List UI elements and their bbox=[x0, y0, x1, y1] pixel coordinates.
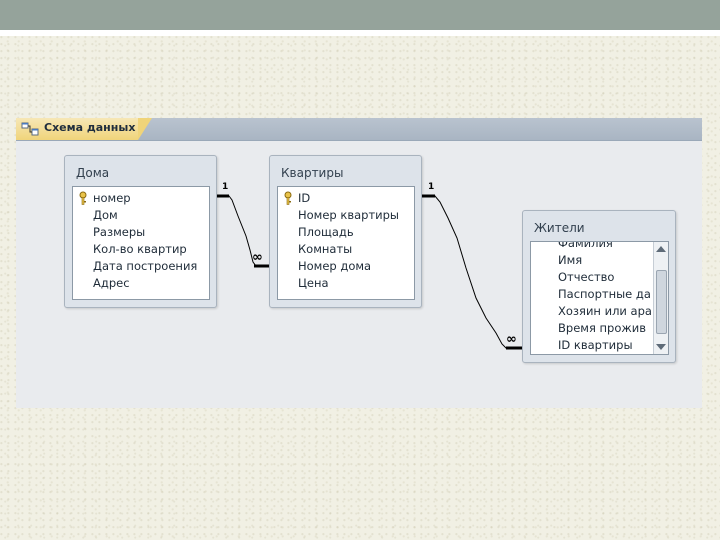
field-item[interactable]: Дом bbox=[73, 207, 209, 224]
field-item[interactable]: Комнаты bbox=[278, 241, 414, 258]
field-item[interactable]: Отчество bbox=[531, 269, 653, 286]
field-item[interactable]: Размеры bbox=[73, 224, 209, 241]
field-item[interactable]: Хозяин или ара bbox=[531, 303, 653, 320]
field-item[interactable]: Кол-во квартир bbox=[73, 241, 209, 258]
table-title: Дома bbox=[76, 166, 110, 180]
relationship-many-label: ∞ bbox=[252, 250, 263, 265]
scroll-down-arrow-icon[interactable] bbox=[656, 344, 666, 350]
field-item[interactable]: Цена bbox=[278, 275, 414, 292]
table-title: Жители bbox=[534, 221, 585, 235]
relationship-one-label: 1 bbox=[222, 182, 229, 192]
table-zhiteli[interactable]: Жители Фамилия Имя Отчество Паспортные д… bbox=[522, 210, 676, 363]
field-item[interactable]: Адрес bbox=[73, 275, 209, 292]
primary-key-icon bbox=[284, 191, 292, 205]
field-item[interactable]: Номер дома bbox=[278, 258, 414, 275]
field-list[interactable]: Фамилия Имя Отчество Паспортные да Хозяи… bbox=[530, 241, 669, 355]
slide-top-line bbox=[0, 30, 720, 36]
field-list[interactable]: ID Номер квартиры Площадь Комнаты Номер … bbox=[277, 186, 415, 300]
relationship-line-kvartiry-zhiteli bbox=[420, 195, 522, 349]
table-doma[interactable]: Дома номер Дом Размеры Кол-во квартир Да… bbox=[64, 155, 217, 308]
field-item[interactable]: Фамилия bbox=[531, 242, 653, 252]
primary-key-icon bbox=[79, 191, 87, 205]
field-item[interactable]: ID bbox=[278, 190, 414, 207]
table-title: Квартиры bbox=[281, 166, 344, 180]
scrollbar-thumb[interactable] bbox=[656, 270, 667, 334]
field-item[interactable]: номер bbox=[73, 190, 209, 207]
field-list[interactable]: номер Дом Размеры Кол-во квартир Дата по… bbox=[72, 186, 210, 300]
field-item[interactable]: ID квартиры bbox=[531, 337, 653, 354]
slide-top-bar bbox=[0, 0, 720, 30]
vertical-scrollbar[interactable] bbox=[653, 242, 668, 354]
field-item[interactable]: Номер квартиры bbox=[278, 207, 414, 224]
field-item[interactable]: Имя bbox=[531, 252, 653, 269]
relationships-window: Схема данных 1 ∞ 1 ∞ Дома номер Дом Разм… bbox=[16, 118, 702, 408]
table-kvartiry[interactable]: Квартиры ID Номер квартиры Площадь Комна… bbox=[269, 155, 422, 308]
relationship-many-label: ∞ bbox=[506, 332, 517, 347]
field-item[interactable]: Паспортные да bbox=[531, 286, 653, 303]
relationship-one-label: 1 bbox=[428, 182, 435, 192]
field-item[interactable]: Площадь bbox=[278, 224, 414, 241]
scroll-up-arrow-icon[interactable] bbox=[656, 246, 666, 252]
field-item[interactable]: Время прожив bbox=[531, 320, 653, 337]
field-item[interactable]: Дата построения bbox=[73, 258, 209, 275]
